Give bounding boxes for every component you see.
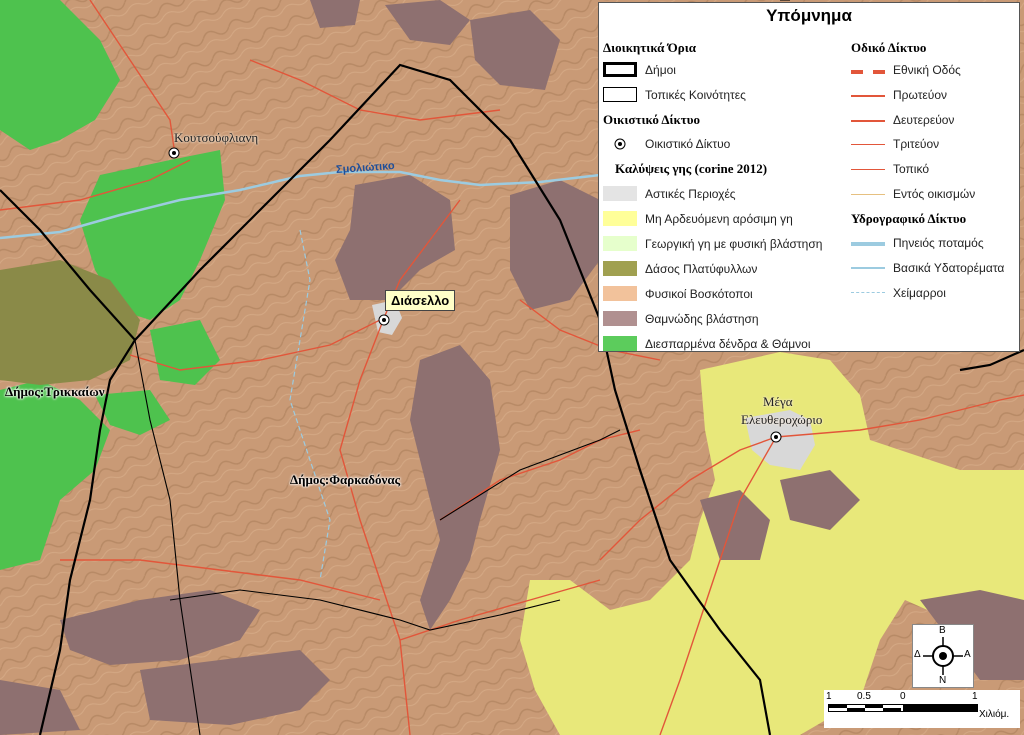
legend-landcover-swatch <box>603 336 637 351</box>
legend-hydro-pineios-line <box>851 242 885 246</box>
legend-road-deutereuon: Δευτερεύον <box>893 113 955 127</box>
legend-road-entos-line <box>851 194 885 195</box>
legend-admin-header: Διοικητικά Όρια <box>603 40 697 55</box>
label-dimos-farkadonas: Δήμος:Φαρκαδόνας <box>290 472 401 487</box>
legend-hydro-xeimarroi-line <box>851 292 885 293</box>
legend-landcover-item: Διεσπαρμένα δένδρα & Θάμνοι <box>645 337 811 351</box>
legend-road-proteuon-line <box>851 95 885 97</box>
legend-landcover-swatch <box>603 211 637 226</box>
legend-landcover-item: Γεωργική γη με φυσική βλάστηση <box>645 237 823 251</box>
legend-hydro-vasika-line <box>851 267 885 269</box>
legend-hydro-vasika: Βασικά Υδατορέματα <box>893 261 1005 275</box>
scale-bar: 1 0.5 0 1 Χιλιόμ. <box>824 690 1020 728</box>
legend-road-deutereuon-line <box>851 120 885 122</box>
legend-swatch-dimoi <box>603 62 637 77</box>
legend-item-koinotites: Τοπικές Κοινότητες <box>645 88 746 102</box>
legend-landcover-item: Δάσος Πλατύφυλλων <box>645 262 758 276</box>
legend-landcover-item: Μη Αρδευόμενη αρόσιμη γη <box>645 212 793 226</box>
compass-e: Α <box>964 649 971 660</box>
settlement-mega-dot <box>774 435 778 439</box>
legend-road-entos: Εντός οικισμών <box>893 187 976 201</box>
legend-title: Υπόμνημα <box>766 6 852 25</box>
label-mega-line2: Ελευθεροχώριο <box>741 412 823 427</box>
scale-tick-1: 0.5 <box>857 691 871 702</box>
label-dimos-trikkaion: Δήμος:Τρικκαίων <box>5 384 105 399</box>
legend-hydro-xeimarroi: Χείμαρροι <box>893 286 946 300</box>
north-arrow: Β Ν Δ Α <box>912 624 974 688</box>
legend-landcover-item: Αστικές Περιοχές <box>645 187 736 201</box>
map-legend: Υπόμνημα Διοικητικά Όρια Δήμοι Τοπικές Κ… <box>598 2 1020 352</box>
legend-road-ethniki: Εθνική Οδός <box>893 63 961 77</box>
legend-swatch-koinotites <box>603 87 637 102</box>
legend-landcover-swatch <box>603 236 637 251</box>
legend-landcover-swatch <box>603 261 637 276</box>
legend-landcover-item: Φυσικοί Βοσκότοποι <box>645 287 753 301</box>
legend-hydro-header: Υδρογραφικό Δίκτυο <box>851 211 967 226</box>
scale-tick-0: 1 <box>826 691 832 702</box>
legend-landcover-swatch <box>603 311 637 326</box>
label-mega-line1: Μέγα <box>763 394 793 409</box>
label-koutsouflianh: Κουτσούφλιανη <box>174 130 259 145</box>
legend-road-topiko-line <box>851 169 885 170</box>
legend-settlement-icon <box>614 138 626 150</box>
legend-landcover-item: Θαμνώδης βλάστηση <box>645 312 759 326</box>
scale-tick-2: 0 <box>900 691 906 702</box>
legend-road-triteuon-line <box>851 144 885 145</box>
legend-landcover-swatch <box>603 286 637 301</box>
legend-landcover-swatch <box>603 186 637 201</box>
legend-hydro-pineios: Πηνειός ποταμός <box>893 236 984 250</box>
legend-road-header: Οδικό Δίκτυο <box>851 40 927 55</box>
scale-tick-3: 1 <box>972 691 978 702</box>
legend-landcover-header: Καλύψεις γης (corine 2012) <box>615 161 768 176</box>
settlement-diasello-dot <box>382 318 386 322</box>
compass-n: Β <box>939 625 946 636</box>
compass-w: Δ <box>914 649 921 660</box>
label-diasello: Διάσελλο <box>385 290 456 311</box>
legend-item-dimoi: Δήμοι <box>645 63 676 77</box>
legend-item-settlement: Οικιστικό Δίκτυο <box>645 137 731 151</box>
scale-bar-frame <box>828 704 978 712</box>
legend-settlement-header: Οικιστικό Δίκτυο <box>603 112 700 127</box>
compass-s: Ν <box>939 675 947 686</box>
legend-road-ethniki-gap <box>863 70 873 74</box>
settlement-koutsouflianh-dot <box>172 151 176 155</box>
scale-unit: Χιλιόμ. <box>979 709 1010 720</box>
legend-road-topiko: Τοπικό <box>893 162 929 176</box>
legend-road-proteuon: Πρωτεύον <box>893 88 948 102</box>
legend-road-triteuon: Τριτεύον <box>893 137 940 151</box>
